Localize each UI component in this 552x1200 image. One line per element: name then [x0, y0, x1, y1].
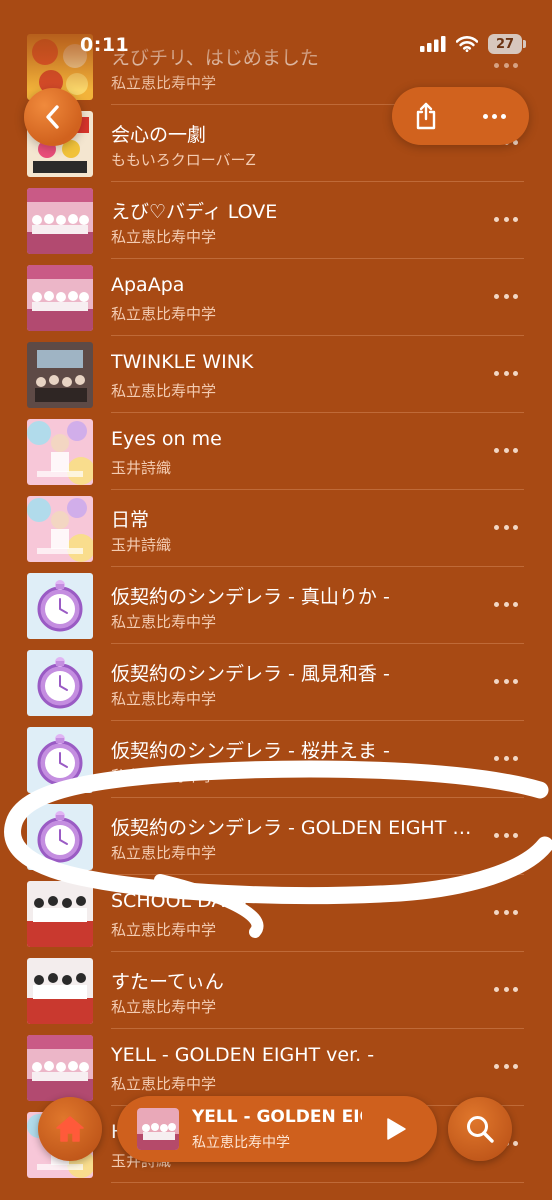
song-more-button[interactable]	[494, 289, 518, 303]
wifi-icon	[456, 36, 478, 52]
song-title: えび♡バディ LOVE	[111, 201, 278, 223]
song-title: TWINKLE WINK	[111, 351, 254, 373]
song-more-button[interactable]	[494, 366, 518, 380]
song-artist: 玉井詩織	[111, 459, 172, 477]
song-row[interactable]: 仮契約のシンデレラ - 風見和香 - 私立恵比寿中学	[0, 644, 552, 721]
song-row[interactable]: TWINKLE WINK 私立恵比寿中学	[0, 336, 552, 413]
song-row[interactable]: 仮契約のシンデレラ - 桜井えま - 私立恵比寿中学	[0, 721, 552, 798]
song-title: SCHOOL DAYS	[111, 890, 247, 912]
song-artist: 私立恵比寿中学	[111, 998, 217, 1016]
song-more-button[interactable]	[494, 905, 518, 919]
song-more-button[interactable]	[494, 982, 518, 996]
mini-player[interactable]: YELL - GOLDEN EIGHT ver. - 私立恵比寿中学	[117, 1096, 437, 1162]
song-artist: 私立恵比寿中学	[111, 74, 217, 92]
now-playing-title: YELL - GOLDEN EIGHT ver. -	[192, 1107, 362, 1127]
signal-icon	[420, 36, 446, 52]
song-artist: 私立恵比寿中学	[111, 382, 217, 400]
song-row[interactable]: 日常 玉井詩織	[0, 490, 552, 567]
play-icon	[387, 1118, 406, 1140]
album-artwork	[27, 419, 93, 485]
song-artist: 玉井詩織	[111, 536, 172, 554]
song-more-button[interactable]	[494, 520, 518, 534]
song-more-button[interactable]	[494, 58, 518, 72]
album-artwork	[27, 650, 93, 716]
song-more-button[interactable]	[494, 597, 518, 611]
home-icon	[56, 1116, 84, 1142]
share-button[interactable]	[392, 87, 461, 145]
song-more-button[interactable]	[494, 751, 518, 765]
song-row[interactable]: 仮契約のシンデレラ - GOLDEN EIGHT ver. - 私立恵比寿中学	[0, 798, 552, 875]
album-artwork	[27, 342, 93, 408]
song-artist: 私立恵比寿中学	[111, 767, 217, 785]
song-title: 仮契約のシンデレラ - 桜井えま -	[111, 740, 390, 762]
song-title: 仮契約のシンデレラ - 風見和香 -	[111, 663, 390, 685]
song-artist: 私立恵比寿中学	[111, 690, 217, 708]
back-button[interactable]	[24, 88, 82, 146]
search-button[interactable]	[448, 1097, 512, 1161]
song-more-button[interactable]	[494, 443, 518, 457]
now-playing-artwork	[137, 1108, 179, 1150]
song-row[interactable]: 仮契約のシンデレラ - 真山りか - 私立恵比寿中学	[0, 567, 552, 644]
top-action-pill	[392, 87, 529, 145]
play-button[interactable]	[381, 1114, 411, 1144]
album-artwork	[27, 265, 93, 331]
song-title: 仮契約のシンデレラ - 真山りか -	[111, 586, 390, 608]
song-row[interactable]: SCHOOL DAYS 私立恵比寿中学	[0, 875, 552, 952]
album-artwork	[27, 727, 93, 793]
song-title: Eyes on me	[111, 428, 222, 450]
row-divider	[111, 1182, 524, 1183]
search-icon	[467, 1116, 494, 1143]
song-artist: ももいろクローバーZ	[111, 151, 256, 169]
status-bar: 0:11 27	[0, 0, 552, 60]
song-artist: 私立恵比寿中学	[111, 844, 217, 862]
album-artwork	[27, 958, 93, 1024]
album-artwork	[27, 496, 93, 562]
album-artwork	[27, 881, 93, 947]
song-artist: 私立恵比寿中学	[111, 613, 217, 631]
song-row[interactable]: すたーてぃん私立恵比寿中学	[0, 952, 552, 1029]
song-title: 仮契約のシンデレラ - GOLDEN EIGHT ver. -	[111, 817, 481, 839]
song-artist: 私立恵比寿中学	[111, 305, 217, 323]
album-artwork	[27, 1035, 93, 1101]
song-row[interactable]: Eyes on me 玉井詩織	[0, 413, 552, 490]
song-more-button[interactable]	[494, 828, 518, 842]
song-artist: 私立恵比寿中学	[111, 1075, 217, 1093]
song-more-button[interactable]	[494, 1059, 518, 1073]
song-more-button[interactable]	[494, 212, 518, 226]
album-artwork	[27, 804, 93, 870]
album-artwork	[27, 188, 93, 254]
song-title: すたーてぃん	[111, 971, 224, 993]
battery-icon: 27	[488, 34, 526, 54]
song-title: ApaApa	[111, 274, 185, 296]
share-icon	[417, 102, 436, 130]
battery-level: 27	[488, 34, 522, 54]
album-artwork	[27, 573, 93, 639]
ellipsis-icon	[483, 113, 507, 119]
song-title: 日常	[111, 509, 150, 531]
chevron-left-icon	[46, 105, 59, 129]
now-playing-artist: 私立恵比寿中学	[192, 1135, 290, 1151]
home-button[interactable]	[38, 1097, 102, 1161]
song-row[interactable]: えび♡バディ LOVE 私立恵比寿中学	[0, 182, 552, 259]
status-time: 0:11	[80, 34, 130, 56]
song-title: YELL - GOLDEN EIGHT ver. -	[111, 1044, 375, 1066]
song-artist: 私立恵比寿中学	[111, 921, 217, 939]
status-icons: 27	[420, 34, 526, 54]
music-app-screen: えびチリ、はじめました 私立恵比寿中学 会心の一劇 ももいろクローバーZ えび♡バディ …	[0, 0, 552, 1200]
song-more-button[interactable]	[494, 674, 518, 688]
song-row[interactable]: YELL - GOLDEN EIGHT ver. - 私立恵比寿中学	[0, 1029, 552, 1106]
song-row[interactable]: ApaApa 私立恵比寿中学	[0, 259, 552, 336]
more-options-button[interactable]	[461, 87, 530, 145]
song-artist: 私立恵比寿中学	[111, 228, 217, 246]
